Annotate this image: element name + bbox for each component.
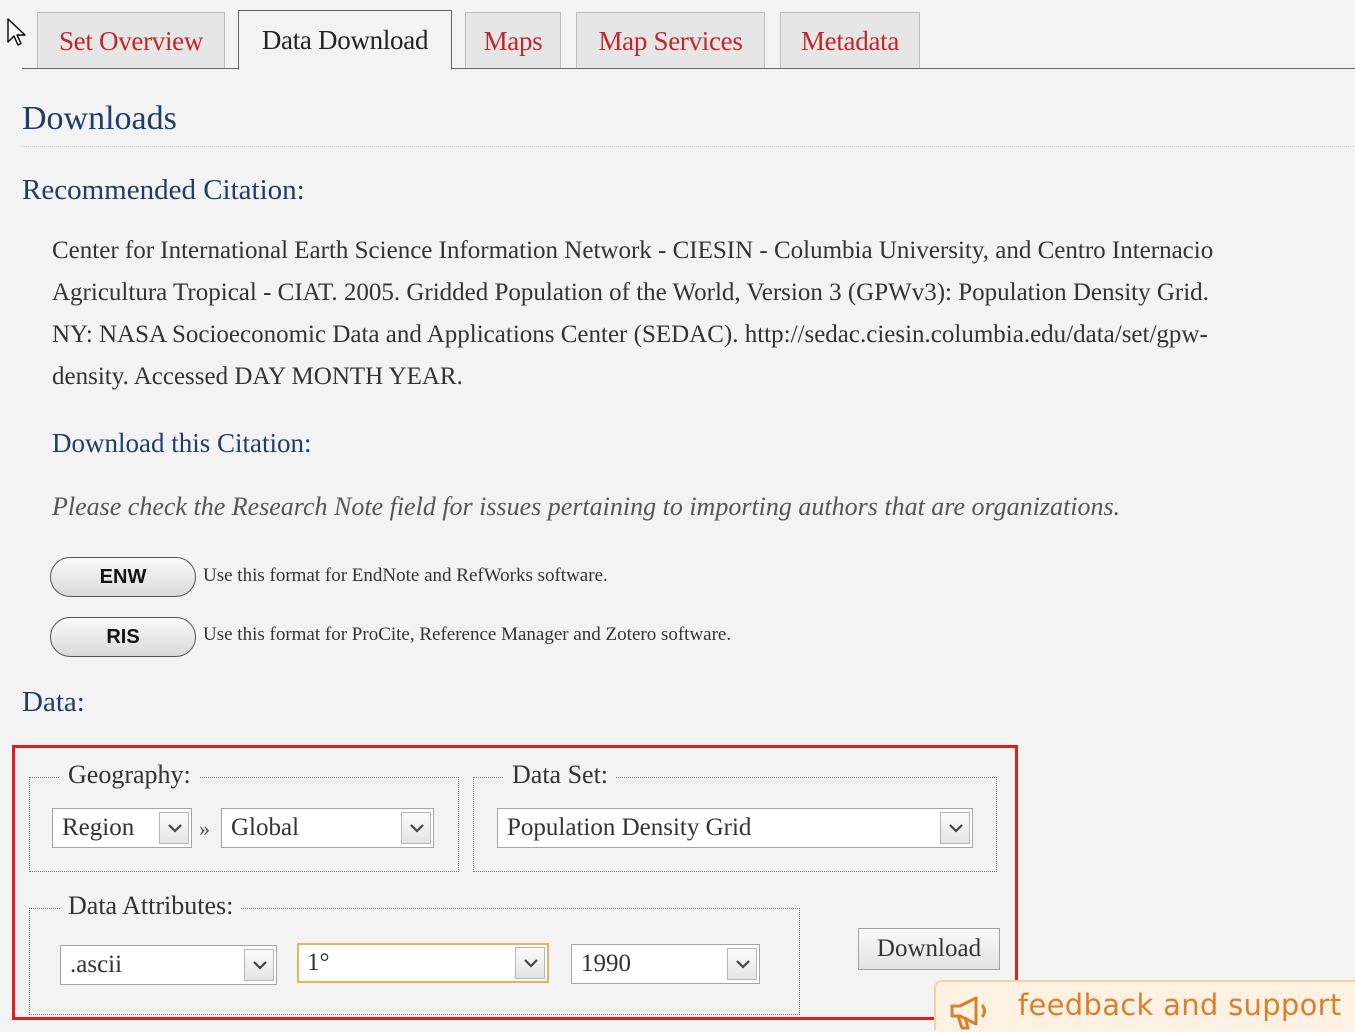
download-citation-heading: Download this Citation: [52, 428, 312, 458]
dataset-legend: Data Set: [504, 760, 617, 790]
tab-data-download[interactable]: Data Download [238, 10, 452, 70]
enw-button[interactable]: ENW [50, 557, 196, 597]
downloads-heading: Downloads [22, 100, 177, 137]
resolution-select[interactable]: 1° [297, 943, 549, 983]
chevron-down-icon [515, 947, 545, 979]
citation-text: Center for International Earth Science I… [52, 230, 1355, 398]
tab-set-overview[interactable]: Set Overview [37, 12, 225, 68]
geography-type-value: Region [62, 814, 135, 841]
citation-line: NY: NASA Socioeconomic Data and Applicat… [52, 321, 1208, 348]
resolution-value: 1° [307, 949, 330, 976]
tab-bar: Set Overview Data Download Maps Map Serv… [0, 0, 1355, 70]
tab-map-services[interactable]: Map Services [576, 12, 765, 68]
year-value: 1990 [581, 950, 631, 977]
geography-type-select[interactable]: Region [52, 808, 192, 848]
tab-metadata[interactable]: Metadata [780, 12, 920, 68]
feedback-label: feedback and support [1018, 988, 1342, 1022]
chevron-down-icon [940, 812, 970, 844]
citation-line: density. Accessed DAY MONTH YEAR. [52, 363, 463, 390]
tab-maps[interactable]: Maps [465, 12, 561, 68]
ris-description: Use this format for ProCite, Reference M… [203, 624, 732, 645]
chevron-down-icon [727, 948, 757, 980]
chevron-down-icon [159, 812, 189, 844]
geography-legend: Geography: [60, 760, 199, 790]
chevron-down-icon [401, 812, 431, 844]
feedback-and-support-button[interactable]: feedback and support [934, 980, 1355, 1030]
heading-divider [22, 146, 1355, 147]
chevron-down-icon [244, 949, 274, 981]
dataset-select[interactable]: Population Density Grid [497, 808, 973, 848]
format-select[interactable]: .ascii [60, 945, 277, 985]
citation-line: Agricultura Tropical - CIAT. 2005. Gridd… [52, 279, 1209, 306]
geography-region-select[interactable]: Global [221, 808, 434, 848]
download-button[interactable]: Download [858, 928, 1000, 970]
ris-button[interactable]: RIS [50, 617, 196, 657]
citation-line: Center for International Earth Science I… [52, 237, 1214, 264]
dataset-value: Population Density Grid [507, 814, 752, 841]
geography-region-value: Global [231, 814, 300, 841]
data-heading: Data: [22, 686, 85, 718]
megaphone-icon [950, 996, 986, 1030]
year-select[interactable]: 1990 [571, 944, 760, 984]
geography-separator: » [199, 816, 210, 841]
format-value: .ascii [70, 951, 123, 978]
data-attributes-legend: Data Attributes: [60, 891, 242, 921]
recommended-citation-heading: Recommended Citation: [22, 174, 305, 206]
enw-description: Use this format for EndNote and RefWorks… [203, 565, 608, 586]
research-note: Please check the Research Note field for… [52, 492, 1121, 521]
